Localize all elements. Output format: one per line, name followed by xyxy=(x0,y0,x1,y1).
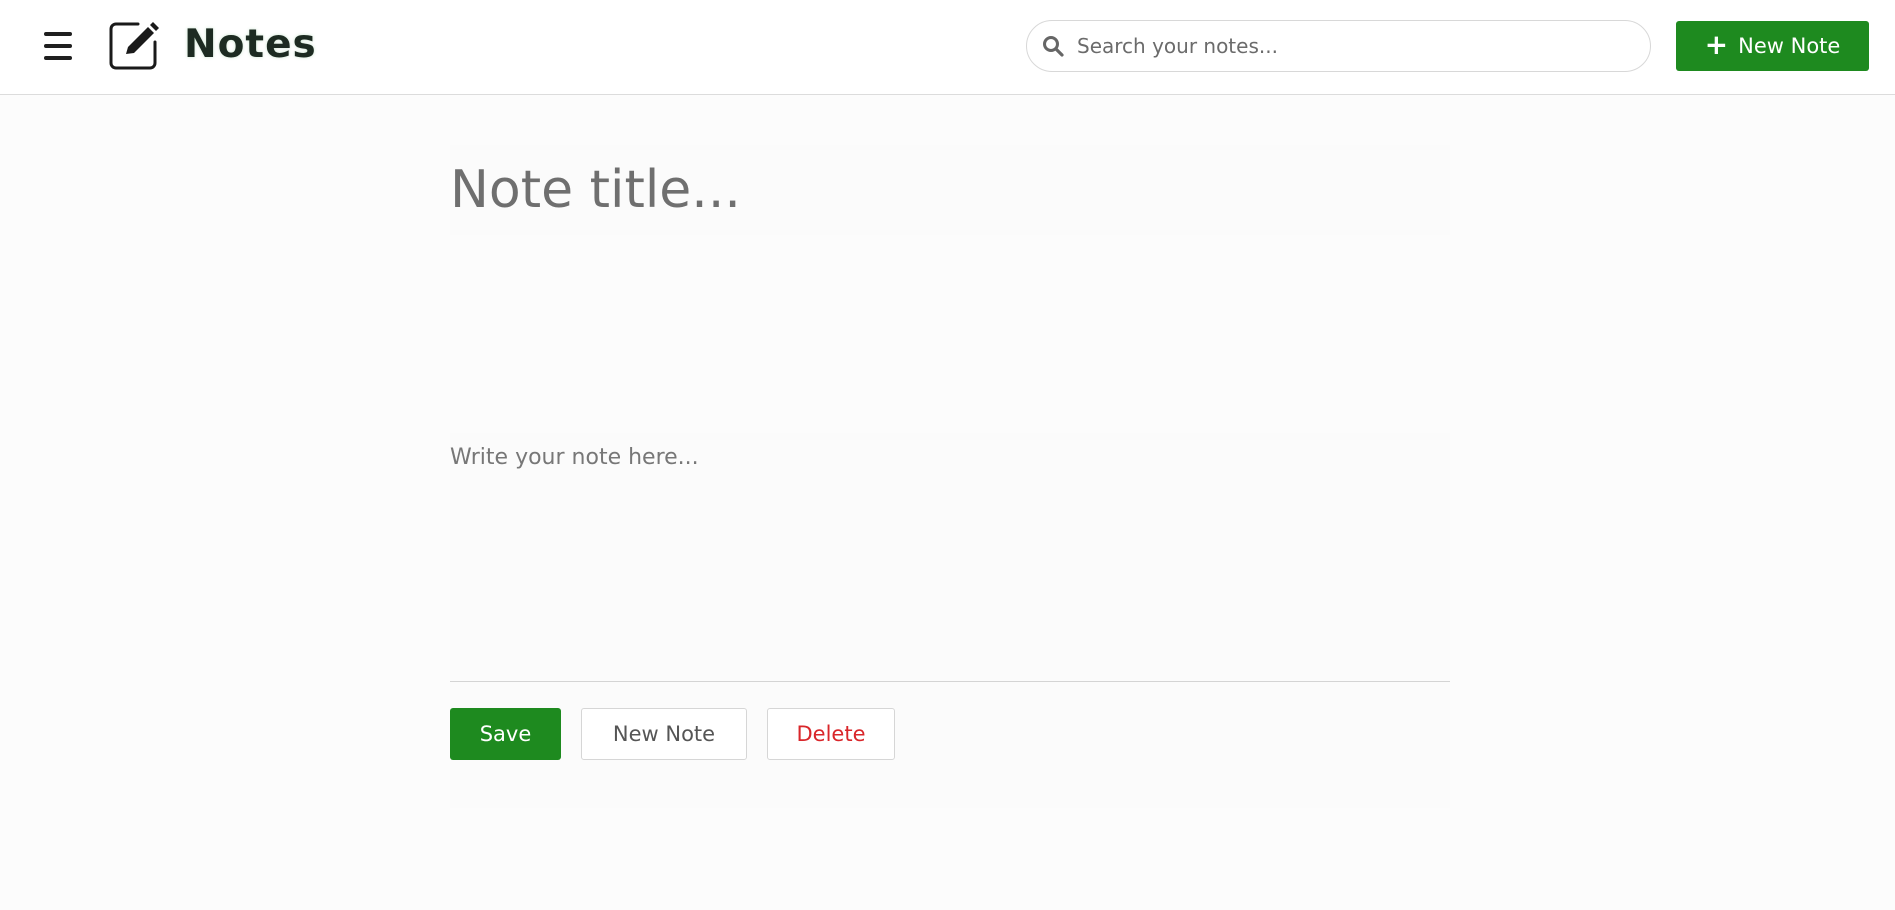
divider xyxy=(450,681,1450,682)
menu-line xyxy=(44,56,72,60)
menu-line xyxy=(44,32,72,36)
edit-note-icon xyxy=(109,22,159,70)
action-bar: Save New Note Delete xyxy=(450,708,895,760)
note-title-input[interactable] xyxy=(450,145,1450,235)
app-title: Notes xyxy=(184,22,317,67)
search-icon xyxy=(1043,36,1064,57)
delete-button[interactable]: Delete xyxy=(767,708,895,760)
plus-icon: + xyxy=(1704,28,1729,61)
new-note-button[interactable]: + New Note xyxy=(1676,21,1869,71)
save-button[interactable]: Save xyxy=(450,708,561,760)
hamburger-menu-icon[interactable] xyxy=(44,32,74,60)
search-box[interactable] xyxy=(1026,20,1651,72)
search-input[interactable] xyxy=(1077,29,1637,63)
note-editor xyxy=(450,145,1450,808)
top-bar: Notes + New Note xyxy=(0,0,1895,95)
new-note-secondary-button[interactable]: New Note xyxy=(581,708,747,760)
menu-line xyxy=(44,44,72,48)
new-note-button-label: New Note xyxy=(1738,34,1841,58)
